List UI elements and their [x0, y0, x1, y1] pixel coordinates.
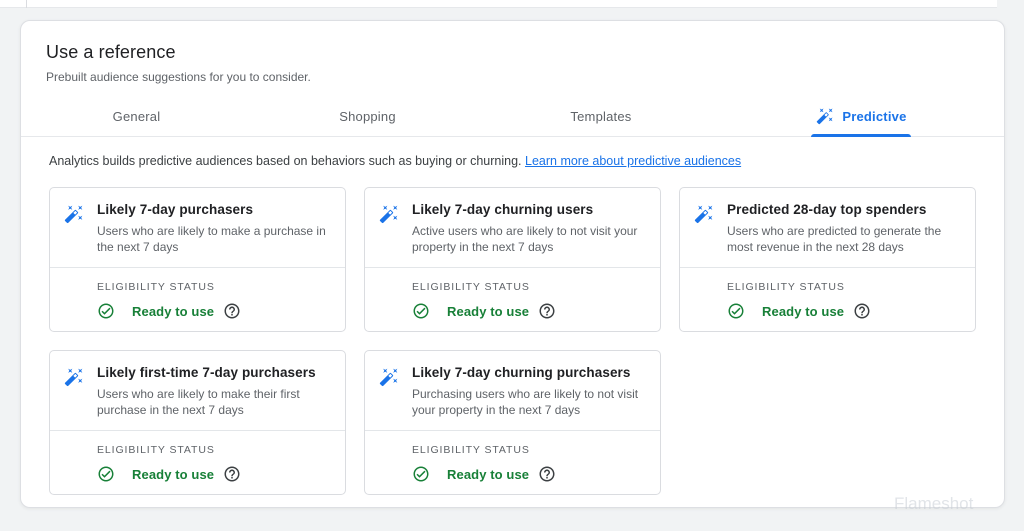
- card-top: Likely 7-day churning purchasers Purchas…: [365, 351, 660, 431]
- intro-text: Analytics builds predictive audiences ba…: [49, 154, 522, 168]
- card-title: Predicted 28-day top spenders: [727, 202, 961, 217]
- card-status-section: ELIGIBILITY STATUS Ready to use: [365, 268, 660, 331]
- active-tab-underline: [811, 134, 911, 137]
- card-description: Users who are likely to make a purchase …: [97, 223, 331, 255]
- tab-label: General: [113, 109, 161, 124]
- card-title: Likely 7-day churning users: [412, 202, 646, 217]
- card-likely-first-time-7-day-purchasers[interactable]: Likely first-time 7-day purchasers Users…: [49, 350, 346, 495]
- check-circle-icon: [727, 302, 745, 320]
- card-title: Likely first-time 7-day purchasers: [97, 365, 331, 380]
- card-top: Likely 7-day purchasers Users who are li…: [50, 188, 345, 268]
- help-icon[interactable]: [538, 465, 556, 483]
- check-circle-icon: [412, 465, 430, 483]
- card-top: Likely first-time 7-day purchasers Users…: [50, 351, 345, 431]
- predictive-intro: Analytics builds predictive audiences ba…: [21, 137, 1004, 168]
- tab-label: Templates: [570, 109, 631, 124]
- tab-general[interactable]: General: [21, 96, 252, 136]
- check-circle-icon: [97, 302, 115, 320]
- check-circle-icon: [97, 465, 115, 483]
- eligibility-status-label: ELIGIBILITY STATUS: [727, 281, 961, 293]
- status-text: Ready to use: [447, 304, 529, 319]
- card-likely-7-day-churning-purchasers[interactable]: Likely 7-day churning purchasers Purchas…: [364, 350, 661, 495]
- card-predicted-28-day-top-spenders[interactable]: Predicted 28-day top spenders Users who …: [679, 187, 976, 332]
- card-status-section: ELIGIBILITY STATUS Ready to use: [680, 268, 975, 331]
- tab-bar: General Shopping Templates Predictive: [21, 96, 1004, 137]
- card-status-section: ELIGIBILITY STATUS Ready to use: [50, 268, 345, 331]
- help-icon[interactable]: [853, 302, 871, 320]
- eligibility-status-label: ELIGIBILITY STATUS: [97, 444, 331, 456]
- card-description: Purchasing users who are likely to not v…: [412, 386, 646, 418]
- card-likely-7-day-purchasers[interactable]: Likely 7-day purchasers Users who are li…: [49, 187, 346, 332]
- card-top: Predicted 28-day top spenders Users who …: [680, 188, 975, 268]
- dialog-header: Use a reference Prebuilt audience sugges…: [21, 21, 1004, 84]
- top-strip: [0, 0, 997, 8]
- eligibility-status-label: ELIGIBILITY STATUS: [412, 444, 646, 456]
- tab-predictive[interactable]: Predictive: [719, 96, 1004, 136]
- learn-more-link[interactable]: Learn more about predictive audiences: [525, 154, 741, 168]
- status-row: Ready to use: [727, 302, 961, 320]
- card-status-section: ELIGIBILITY STATUS Ready to use: [50, 431, 345, 494]
- magic-wand-icon: [694, 204, 714, 224]
- card-description: Users who are likely to make their first…: [97, 386, 331, 418]
- help-icon[interactable]: [223, 465, 241, 483]
- help-icon[interactable]: [538, 302, 556, 320]
- status-text: Ready to use: [447, 467, 529, 482]
- check-circle-icon: [412, 302, 430, 320]
- magic-wand-icon: [64, 367, 84, 387]
- status-row: Ready to use: [412, 465, 646, 483]
- tab-shopping[interactable]: Shopping: [252, 96, 483, 136]
- tab-label: Shopping: [339, 109, 396, 124]
- tab-templates[interactable]: Templates: [483, 96, 719, 136]
- magic-wand-icon: [379, 204, 399, 224]
- help-icon[interactable]: [223, 302, 241, 320]
- status-row: Ready to use: [97, 465, 331, 483]
- magic-wand-icon: [816, 107, 834, 125]
- card-likely-7-day-churning-users[interactable]: Likely 7-day churning users Active users…: [364, 187, 661, 332]
- status-text: Ready to use: [762, 304, 844, 319]
- audience-card-grid: Likely 7-day purchasers Users who are li…: [21, 168, 1004, 495]
- magic-wand-icon: [379, 367, 399, 387]
- card-description: Users who are predicted to generate the …: [727, 223, 961, 255]
- eligibility-status-label: ELIGIBILITY STATUS: [97, 281, 331, 293]
- card-title: Likely 7-day churning purchasers: [412, 365, 646, 380]
- card-status-section: ELIGIBILITY STATUS Ready to use: [365, 431, 660, 494]
- eligibility-status-label: ELIGIBILITY STATUS: [412, 281, 646, 293]
- status-row: Ready to use: [97, 302, 331, 320]
- card-title: Likely 7-day purchasers: [97, 202, 331, 217]
- use-a-reference-dialog: Use a reference Prebuilt audience sugges…: [20, 20, 1005, 508]
- status-text: Ready to use: [132, 467, 214, 482]
- top-strip-divider: [26, 0, 27, 8]
- card-top: Likely 7-day churning users Active users…: [365, 188, 660, 268]
- dialog-title: Use a reference: [46, 42, 979, 63]
- dialog-subtitle: Prebuilt audience suggestions for you to…: [46, 70, 979, 84]
- magic-wand-icon: [64, 204, 84, 224]
- card-description: Active users who are likely to not visit…: [412, 223, 646, 255]
- status-text: Ready to use: [132, 304, 214, 319]
- tab-label: Predictive: [842, 109, 906, 124]
- status-row: Ready to use: [412, 302, 646, 320]
